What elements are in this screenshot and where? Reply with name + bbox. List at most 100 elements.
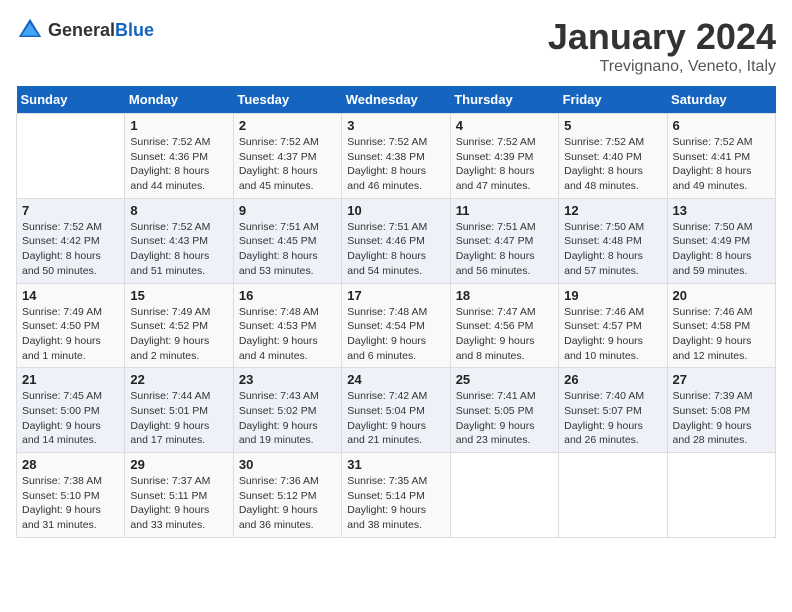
cell-details: Sunrise: 7:52 AMSunset: 4:37 PMDaylight:… <box>239 135 336 194</box>
day-number: 31 <box>347 457 444 472</box>
calendar-cell: 10Sunrise: 7:51 AMSunset: 4:46 PMDayligh… <box>342 198 450 283</box>
calendar-week-row: 7Sunrise: 7:52 AMSunset: 4:42 PMDaylight… <box>17 198 776 283</box>
calendar-cell: 13 Sunrise: 7:50 AMSunset: 4:49 PMDayligh… <box>667 198 775 283</box>
cell-details: Sunrise: 7:44 AMSunset: 5:01 PMDaylight:… <box>130 389 227 448</box>
calendar-cell <box>559 453 667 538</box>
calendar-cell: 25 Sunrise: 7:41 AMSunset: 5:05 PMDayligh… <box>450 368 558 453</box>
day-number: 23 <box>239 372 336 387</box>
calendar-cell: 21 Sunrise: 7:45 AMSunset: 5:00 PMDayligh… <box>17 368 125 453</box>
day-number: 3 <box>347 118 444 133</box>
col-header-saturday: Saturday <box>667 86 775 114</box>
calendar-cell: 4 Sunrise: 7:52 AMSunset: 4:39 PMDaylight… <box>450 114 558 199</box>
calendar-cell: 2 Sunrise: 7:52 AMSunset: 4:37 PMDaylight… <box>233 114 341 199</box>
day-number: 13 <box>673 203 770 218</box>
calendar-cell: 12Sunrise: 7:50 AMSunset: 4:48 PMDayligh… <box>559 198 667 283</box>
day-number: 26 <box>564 372 661 387</box>
calendar-cell: 28 Sunrise: 7:38 AMSunset: 5:10 PMDayligh… <box>17 453 125 538</box>
cell-details: Sunrise: 7:52 AMSunset: 4:38 PMDaylight:… <box>347 135 444 194</box>
cell-details: Sunrise: 7:52 AMSunset: 4:39 PMDaylight:… <box>456 135 553 194</box>
cell-details: Sunrise: 7:48 AMSunset: 4:54 PMDaylight:… <box>347 305 444 364</box>
cell-details: Sunrise: 7:51 AMSunset: 4:46 PMDaylight:… <box>347 220 444 279</box>
cell-details: Sunrise: 7:52 AMSunset: 4:43 PMDaylight:… <box>130 220 227 279</box>
cell-details: Sunrise: 7:51 AMSunset: 4:47 PMDaylight:… <box>456 220 553 279</box>
day-number: 12 <box>564 203 661 218</box>
col-header-tuesday: Tuesday <box>233 86 341 114</box>
cell-details: Sunrise: 7:36 AMSunset: 5:12 PMDaylight:… <box>239 474 336 533</box>
day-number: 22 <box>130 372 227 387</box>
col-header-monday: Monday <box>125 86 233 114</box>
calendar-week-row: 14Sunrise: 7:49 AMSunset: 4:50 PMDayligh… <box>17 283 776 368</box>
location-title: Trevignano, Veneto, Italy <box>548 58 776 76</box>
cell-details: Sunrise: 7:46 AMSunset: 4:57 PMDaylight:… <box>564 305 661 364</box>
day-number: 11 <box>456 203 553 218</box>
cell-details: Sunrise: 7:39 AMSunset: 5:08 PMDaylight:… <box>673 389 770 448</box>
calendar-cell: 8 Sunrise: 7:52 AMSunset: 4:43 PMDaylight… <box>125 198 233 283</box>
header: GeneralBlue January 2024 Trevignano, Ven… <box>16 16 776 76</box>
cell-details: Sunrise: 7:51 AMSunset: 4:45 PMDaylight:… <box>239 220 336 279</box>
cell-details: Sunrise: 7:52 AMSunset: 4:36 PMDaylight:… <box>130 135 227 194</box>
cell-details: Sunrise: 7:52 AMSunset: 4:40 PMDaylight:… <box>564 135 661 194</box>
calendar-cell: 19 Sunrise: 7:46 AMSunset: 4:57 PMDayligh… <box>559 283 667 368</box>
day-number: 15 <box>130 288 227 303</box>
calendar-header-row: SundayMondayTuesdayWednesdayThursdayFrid… <box>17 86 776 114</box>
logo-icon <box>16 16 44 44</box>
calendar-cell: 5 Sunrise: 7:52 AMSunset: 4:40 PMDaylight… <box>559 114 667 199</box>
day-number: 4 <box>456 118 553 133</box>
calendar-cell: 14Sunrise: 7:49 AMSunset: 4:50 PMDayligh… <box>17 283 125 368</box>
calendar-cell: 20Sunrise: 7:46 AMSunset: 4:58 PMDayligh… <box>667 283 775 368</box>
cell-details: Sunrise: 7:45 AMSunset: 5:00 PMDaylight:… <box>22 389 119 448</box>
logo-general-text: General <box>48 20 115 40</box>
calendar-cell: 3 Sunrise: 7:52 AMSunset: 4:38 PMDaylight… <box>342 114 450 199</box>
calendar-cell <box>450 453 558 538</box>
cell-details: Sunrise: 7:48 AMSunset: 4:53 PMDaylight:… <box>239 305 336 364</box>
cell-details: Sunrise: 7:41 AMSunset: 5:05 PMDaylight:… <box>456 389 553 448</box>
day-number: 21 <box>22 372 119 387</box>
day-number: 19 <box>564 288 661 303</box>
day-number: 28 <box>22 457 119 472</box>
calendar-cell: 7Sunrise: 7:52 AMSunset: 4:42 PMDaylight… <box>17 198 125 283</box>
calendar-cell: 26 Sunrise: 7:40 AMSunset: 5:07 PMDayligh… <box>559 368 667 453</box>
calendar-cell: 6Sunrise: 7:52 AMSunset: 4:41 PMDaylight… <box>667 114 775 199</box>
cell-details: Sunrise: 7:47 AMSunset: 4:56 PMDaylight:… <box>456 305 553 364</box>
col-header-sunday: Sunday <box>17 86 125 114</box>
calendar-cell: 1 Sunrise: 7:52 AMSunset: 4:36 PMDaylight… <box>125 114 233 199</box>
calendar-table: SundayMondayTuesdayWednesdayThursdayFrid… <box>16 86 776 538</box>
cell-details: Sunrise: 7:35 AMSunset: 5:14 PMDaylight:… <box>347 474 444 533</box>
day-number: 8 <box>130 203 227 218</box>
day-number: 29 <box>130 457 227 472</box>
cell-details: Sunrise: 7:40 AMSunset: 5:07 PMDaylight:… <box>564 389 661 448</box>
day-number: 25 <box>456 372 553 387</box>
calendar-cell: 30 Sunrise: 7:36 AMSunset: 5:12 PMDayligh… <box>233 453 341 538</box>
calendar-cell: 17 Sunrise: 7:48 AMSunset: 4:54 PMDayligh… <box>342 283 450 368</box>
col-header-wednesday: Wednesday <box>342 86 450 114</box>
day-number: 16 <box>239 288 336 303</box>
calendar-week-row: 28 Sunrise: 7:38 AMSunset: 5:10 PMDayligh… <box>17 453 776 538</box>
calendar-cell: 24 Sunrise: 7:42 AMSunset: 5:04 PMDayligh… <box>342 368 450 453</box>
day-number: 7 <box>22 203 119 218</box>
cell-details: Sunrise: 7:49 AMSunset: 4:52 PMDaylight:… <box>130 305 227 364</box>
cell-details: Sunrise: 7:50 AMSunset: 4:49 PMDaylight:… <box>673 220 770 279</box>
day-number: 2 <box>239 118 336 133</box>
cell-details: Sunrise: 7:37 AMSunset: 5:11 PMDaylight:… <box>130 474 227 533</box>
logo-blue-text: Blue <box>115 20 154 40</box>
calendar-cell: 15 Sunrise: 7:49 AMSunset: 4:52 PMDayligh… <box>125 283 233 368</box>
day-number: 5 <box>564 118 661 133</box>
calendar-cell <box>667 453 775 538</box>
calendar-cell: 9Sunrise: 7:51 AMSunset: 4:45 PMDaylight… <box>233 198 341 283</box>
calendar-cell: 22 Sunrise: 7:44 AMSunset: 5:01 PMDayligh… <box>125 368 233 453</box>
calendar-cell: 31 Sunrise: 7:35 AMSunset: 5:14 PMDayligh… <box>342 453 450 538</box>
logo: GeneralBlue <box>16 16 154 44</box>
calendar-week-row: 1 Sunrise: 7:52 AMSunset: 4:36 PMDaylight… <box>17 114 776 199</box>
day-number: 30 <box>239 457 336 472</box>
day-number: 24 <box>347 372 444 387</box>
cell-details: Sunrise: 7:43 AMSunset: 5:02 PMDaylight:… <box>239 389 336 448</box>
calendar-cell: 29 Sunrise: 7:37 AMSunset: 5:11 PMDayligh… <box>125 453 233 538</box>
cell-details: Sunrise: 7:38 AMSunset: 5:10 PMDaylight:… <box>22 474 119 533</box>
day-number: 17 <box>347 288 444 303</box>
cell-details: Sunrise: 7:49 AMSunset: 4:50 PMDaylight:… <box>22 305 119 364</box>
calendar-cell: 27Sunrise: 7:39 AMSunset: 5:08 PMDayligh… <box>667 368 775 453</box>
title-area: January 2024 Trevignano, Veneto, Italy <box>548 16 776 76</box>
cell-details: Sunrise: 7:42 AMSunset: 5:04 PMDaylight:… <box>347 389 444 448</box>
day-number: 1 <box>130 118 227 133</box>
day-number: 20 <box>673 288 770 303</box>
